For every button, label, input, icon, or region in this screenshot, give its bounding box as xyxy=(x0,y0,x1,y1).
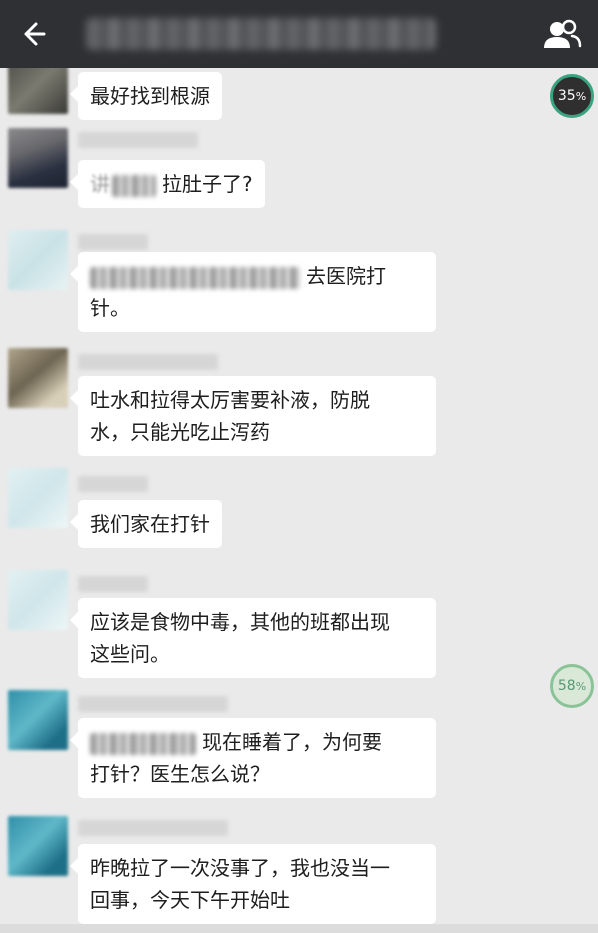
back-button[interactable] xyxy=(14,16,50,52)
avatar[interactable] xyxy=(8,570,68,630)
message-text-line: 现在睡着了，为何要 xyxy=(202,730,382,754)
sender-name-redacted xyxy=(78,234,148,250)
message-text-line: 水，只能光吃止泻药 xyxy=(90,420,270,444)
sender-name-redacted xyxy=(78,476,148,492)
avatar[interactable] xyxy=(8,468,68,528)
message-bubble[interactable]: 昨晚拉了一次没事了，我也没当一 回事，今天下午开始吐 xyxy=(70,844,436,924)
group-members-icon xyxy=(544,19,582,48)
avatar[interactable] xyxy=(8,348,68,408)
avatar[interactable] xyxy=(8,68,68,114)
message-bubble[interactable]: 最好找到根源 xyxy=(70,72,222,120)
sender-name-redacted xyxy=(78,696,228,712)
message-bubble[interactable]: 应该是食物中毒，其他的班都出现 这些问。 xyxy=(70,598,436,678)
progress-unit: % xyxy=(575,89,587,103)
message-text-line: 应该是食物中毒，其他的班都出现 xyxy=(90,610,390,634)
mention-redacted xyxy=(90,732,196,755)
avatar[interactable] xyxy=(8,690,68,750)
message-text-line: 打针？医生怎么说？ xyxy=(90,762,270,786)
chat-header xyxy=(0,0,598,68)
avatar[interactable] xyxy=(8,230,68,290)
mention-redacted xyxy=(90,266,300,289)
sender-name-redacted xyxy=(78,820,228,836)
message-text: 我们家在打针 xyxy=(90,512,210,536)
message-bubble[interactable]: 吐水和拉得太厉害要补液，防脱 水，只能光吃止泻药 xyxy=(70,376,436,456)
message-text: 拉肚子了? xyxy=(162,172,253,196)
progress-value: 35 xyxy=(557,88,576,104)
avatar[interactable] xyxy=(8,128,68,188)
message-bubble[interactable]: 我们家在打针 xyxy=(70,500,222,548)
sender-name-redacted xyxy=(78,132,198,148)
message-text-line: 这些问。 xyxy=(90,642,170,666)
message-text-line: 吐水和拉得太厉害要补液，防脱 xyxy=(90,388,370,412)
message-text-line: 昨晚拉了一次没事了，我也没当一 xyxy=(90,856,390,880)
message-bubble[interactable]: 去医院打针。 xyxy=(70,252,436,332)
sender-name-redacted xyxy=(78,576,148,592)
arrow-left-icon xyxy=(24,22,46,46)
group-members-button[interactable] xyxy=(542,18,582,52)
chat-message-list[interactable]: 最好找到根源 讲 拉肚子了? 去医院打针。 吐水和拉得太厉害要补液，防脱 水，只能… xyxy=(0,68,598,933)
avatar[interactable] xyxy=(8,816,68,876)
chat-title-redacted xyxy=(86,18,436,50)
message-text-prefix: 讲 xyxy=(90,172,110,196)
message-bubble[interactable]: 讲 拉肚子了? xyxy=(70,160,265,208)
message-text: 最好找到根源 xyxy=(90,84,210,108)
sender-name-redacted xyxy=(78,354,218,370)
progress-indicator: 58% xyxy=(550,664,594,708)
message-text-line: 回事，今天下午开始吐 xyxy=(90,888,290,912)
message-bubble[interactable]: 现在睡着了，为何要 打针？医生怎么说？ xyxy=(70,718,436,798)
progress-indicator: 35% xyxy=(550,74,594,118)
progress-value: 58 xyxy=(557,678,576,694)
input-bar-edge xyxy=(0,924,598,933)
progress-unit: % xyxy=(575,679,587,693)
mention-redacted xyxy=(112,174,156,197)
